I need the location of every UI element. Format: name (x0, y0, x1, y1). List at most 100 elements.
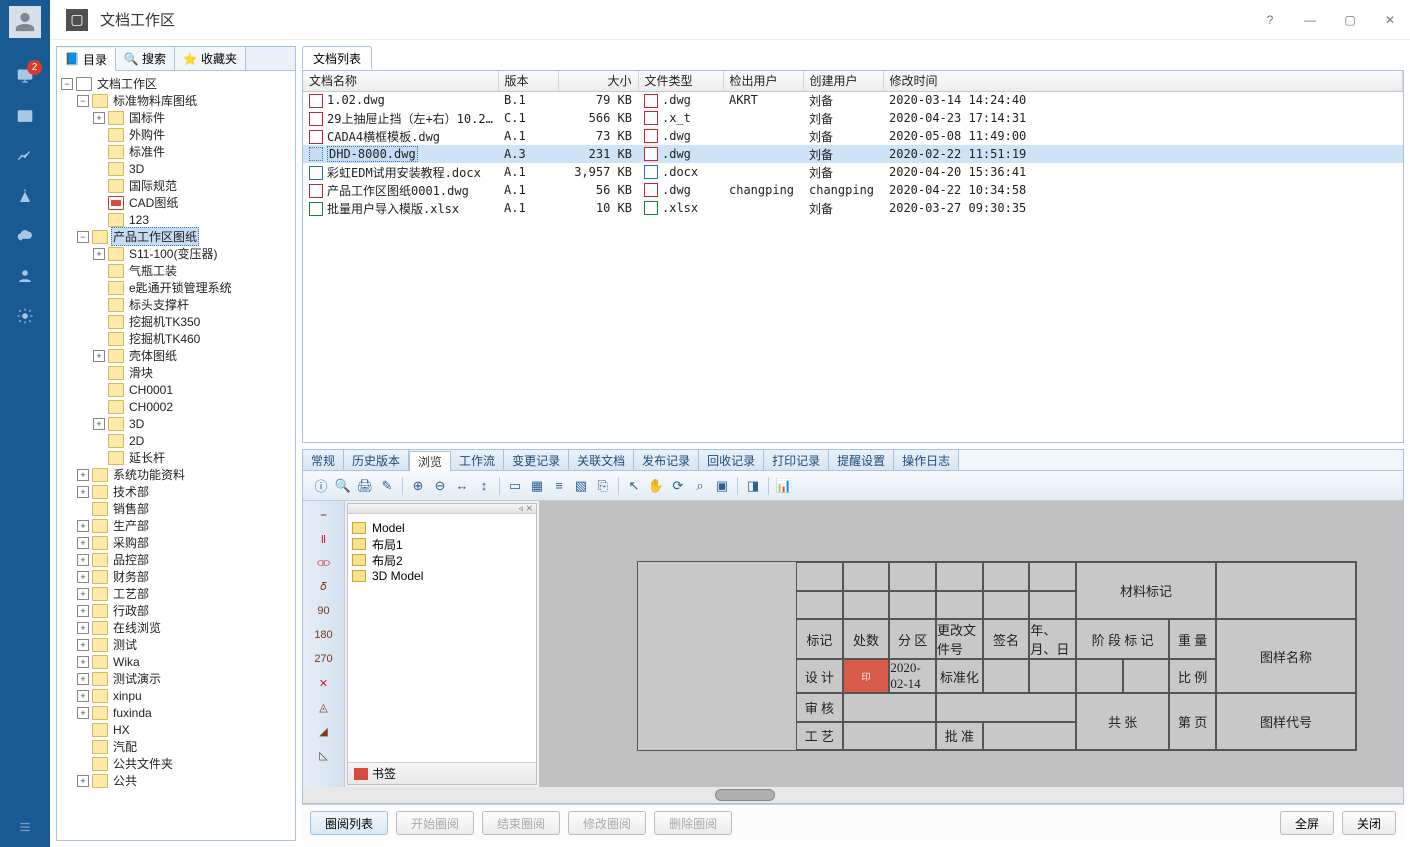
rail-compass-icon[interactable] (0, 176, 50, 216)
rail-monitor-icon[interactable]: 2 (0, 56, 50, 96)
zoom-in-icon[interactable]: ⊕ (408, 476, 428, 496)
col-version[interactable]: 版本 (498, 71, 558, 91)
detail-tab[interactable]: 提醒设置 (829, 450, 894, 470)
vt-1-icon[interactable]: ⎯ (312, 505, 336, 525)
pan-icon[interactable]: ✋ (646, 476, 666, 496)
star-icon: ⭐ (183, 52, 197, 66)
detail-tabs: 常规历史版本浏览工作流变更记录关联文档发布记录回收记录打印记录提醒设置操作日志 (302, 449, 1404, 470)
maximize-button[interactable]: ▢ (1330, 0, 1370, 40)
layer-item[interactable]: 布局1 (352, 536, 532, 552)
detail-tab[interactable]: 历史版本 (344, 450, 409, 470)
fit-width-icon[interactable]: ↔ (452, 476, 472, 496)
window-title: 文档工作区 (100, 9, 175, 30)
rail-chart-icon[interactable] (0, 136, 50, 176)
col-name[interactable]: 文档名称 (303, 71, 498, 91)
cad-canvas[interactable]: 材料标记 标记 处数 分 区 更改文件号 签名 年、月、日 (539, 501, 1403, 787)
print-icon[interactable]: 🖨 (355, 476, 375, 496)
table-row[interactable]: CADA4横框模板.dwgA.173 KB.dwg刘备2020-05-08 11… (303, 127, 1403, 145)
search-icon[interactable]: 🔍 (333, 476, 353, 496)
footer-bar: 圈阅列表 开始圈阅 结束圈阅 修改圈阅 删除圈阅 全屏 关闭 (302, 804, 1404, 841)
detail-tab[interactable]: 回收记录 (699, 450, 764, 470)
close-button[interactable]: ✕ (1370, 0, 1410, 40)
cad-icon (108, 196, 124, 210)
layer-icon[interactable]: ▭ (505, 476, 525, 496)
rail-user-icon[interactable] (0, 256, 50, 296)
detail-tab[interactable]: 打印记录 (764, 450, 829, 470)
h-scrollbar[interactable] (303, 787, 1403, 803)
table-row[interactable]: 彩虹EDM试用安装教程.docxA.13,957 KB.docx刘备2020-0… (303, 163, 1403, 181)
rail-card-icon[interactable] (0, 96, 50, 136)
vt-5-icon[interactable]: 90 (312, 601, 336, 621)
vt-8-icon[interactable]: ✕ (312, 673, 336, 693)
file-table[interactable]: 文档名称 版本 大小 文件类型 检出用户 创建用户 修改时间 1.02.dwgB… (303, 71, 1403, 217)
review-edit-button[interactable]: 修改圈阅 (568, 811, 646, 835)
col-checkout[interactable]: 检出用户 (723, 71, 803, 91)
vt-3-icon[interactable]: ⫏⫐ (312, 553, 336, 573)
layer-item[interactable]: Model (352, 520, 532, 536)
detail-tab[interactable]: 常规 (303, 450, 344, 470)
root-icon (76, 77, 92, 91)
tab-catalog[interactable]: 📘目录 (57, 48, 116, 71)
grid-icon[interactable]: ▦ (527, 476, 547, 496)
bookmark-label[interactable]: 书签 (372, 765, 396, 782)
titlebar: ▢ 文档工作区 ? — ▢ ✕ (50, 0, 1410, 40)
region-zoom-icon[interactable]: ⌕ (690, 476, 710, 496)
detail-tab[interactable]: 操作日志 (894, 450, 959, 470)
rail-badge: 2 (27, 60, 42, 75)
folder-tree[interactable]: −文档工作区 −标准物料库图纸 +国标件 外购件 标准件 3D (59, 75, 293, 789)
pencil-icon[interactable]: ✎ (377, 476, 397, 496)
table-row[interactable]: DHD-8000.dwgA.3231 KB.dwg刘备2020-02-22 11… (303, 145, 1403, 163)
minimize-button[interactable]: — (1290, 0, 1330, 40)
col-modified[interactable]: 修改时间 (883, 71, 1403, 91)
detail-tab[interactable]: 变更记录 (504, 450, 569, 470)
review-list-button[interactable]: 圈阅列表 (310, 811, 388, 835)
table-row[interactable]: 批量用户导入模版.xlsxA.110 KB.xlsx刘备2020-03-27 0… (303, 199, 1403, 217)
vt-2-icon[interactable]: Ⅱ (312, 529, 336, 549)
panel-collapse-icon[interactable]: ◃ ⨯ (518, 503, 533, 514)
detail-tab[interactable]: 关联文档 (569, 450, 634, 470)
table-row[interactable]: 产品工作区图纸0001.dwgA.156 KB.dwgchangpingchan… (303, 181, 1403, 199)
rail-gear-icon[interactable] (0, 296, 50, 336)
review-start-button[interactable]: 开始圈阅 (396, 811, 474, 835)
zoom-out-icon[interactable]: ⊖ (430, 476, 450, 496)
tab-favorites[interactable]: ⭐收藏夹 (175, 47, 246, 70)
vt-9-icon[interactable]: ◬ (312, 697, 336, 717)
vt-10-icon[interactable]: ◢ (312, 721, 336, 741)
close-panel-button[interactable]: 关闭 (1342, 811, 1396, 835)
vt-7-icon[interactable]: 270 (312, 649, 336, 669)
info-icon[interactable]: ⓘ (311, 476, 331, 496)
chart-icon[interactable]: 📊 (774, 476, 794, 496)
list-icon[interactable]: ≡ (549, 476, 569, 496)
tab-document-list[interactable]: 文档列表 (302, 46, 372, 69)
rail-menu-icon[interactable] (0, 807, 50, 847)
col-creator[interactable]: 创建用户 (803, 71, 883, 91)
side-icon[interactable]: ◨ (743, 476, 763, 496)
layer-item[interactable]: 3D Model (352, 568, 532, 584)
vt-11-icon[interactable]: ◺ (312, 745, 336, 765)
window-icon: ▢ (66, 9, 88, 31)
link-icon[interactable]: ⎘ (593, 476, 613, 496)
detail-tab[interactable]: 发布记录 (634, 450, 699, 470)
tab-search[interactable]: 🔍搜索 (116, 47, 175, 70)
detail-tab[interactable]: 工作流 (451, 450, 504, 470)
review-end-button[interactable]: 结束圈阅 (482, 811, 560, 835)
vt-6-icon[interactable]: 180 (312, 625, 336, 645)
fullscreen-button[interactable]: 全屏 (1280, 811, 1334, 835)
region-icon[interactable]: ▣ (712, 476, 732, 496)
avatar[interactable] (9, 6, 41, 38)
col-type[interactable]: 文件类型 (638, 71, 723, 91)
review-delete-button[interactable]: 删除圈阅 (654, 811, 732, 835)
rotate-icon[interactable]: ⟳ (668, 476, 688, 496)
layer-icon (352, 554, 366, 566)
pointer-icon[interactable]: ↖ (624, 476, 644, 496)
table-row[interactable]: 1.02.dwgB.179 KB.dwgAKRT刘备2020-03-14 14:… (303, 91, 1403, 109)
fit-height-icon[interactable]: ↕ (474, 476, 494, 496)
rail-cloud-icon[interactable] (0, 216, 50, 256)
layer-item[interactable]: 布局2 (352, 552, 532, 568)
vt-4-icon[interactable]: 𝛿 (312, 577, 336, 597)
help-button[interactable]: ? (1250, 0, 1290, 40)
color-icon[interactable]: ▧ (571, 476, 591, 496)
col-size[interactable]: 大小 (558, 71, 638, 91)
detail-tab[interactable]: 浏览 (409, 451, 451, 471)
table-row[interactable]: 29上抽屉止挡（左+右）10.2…C.1566 KB.x_t刘备2020-04-… (303, 109, 1403, 127)
